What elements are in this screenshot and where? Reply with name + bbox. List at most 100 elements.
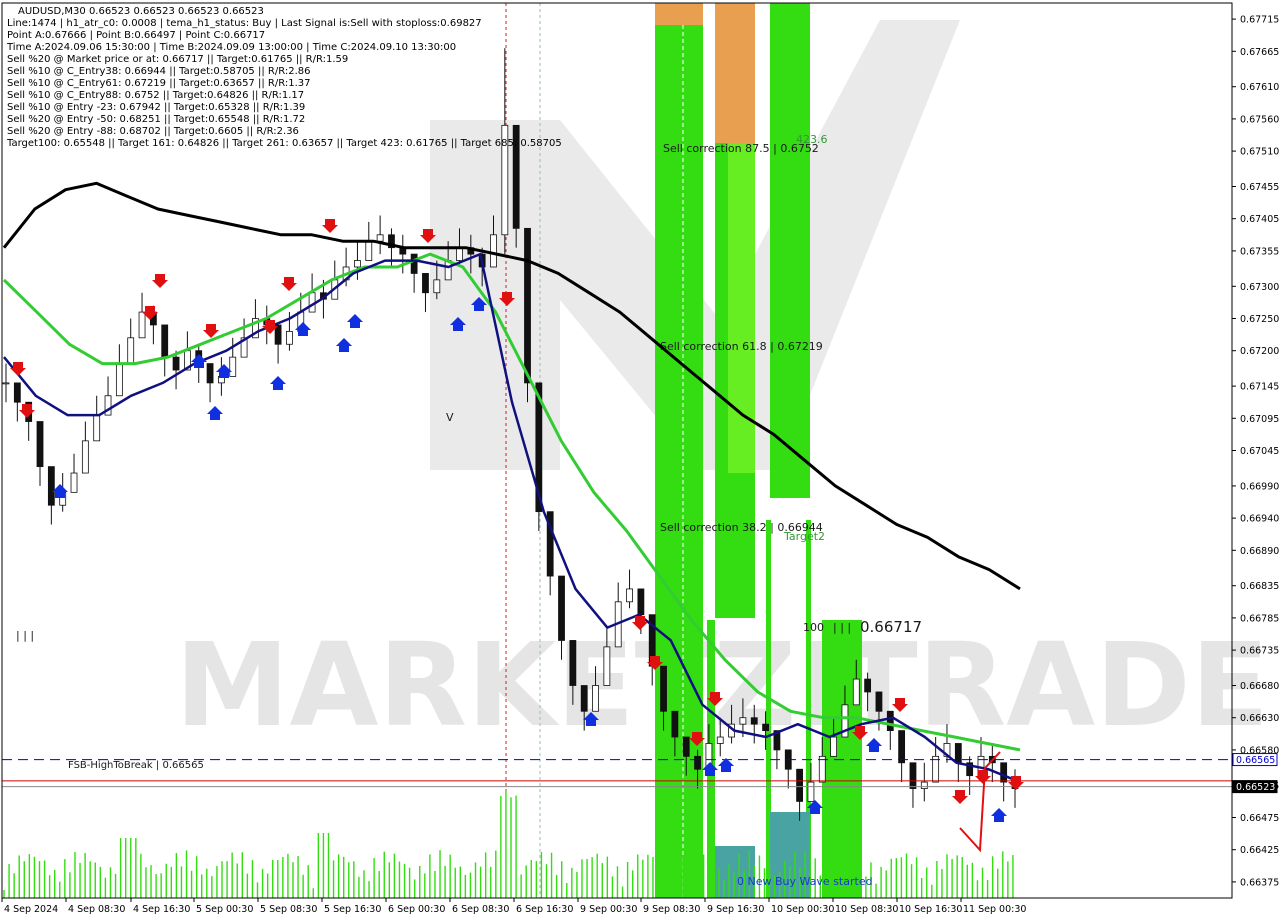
zone-orange-top (655, 3, 703, 25)
candle-body (592, 685, 599, 712)
candle-body (954, 743, 962, 764)
candle-body (807, 781, 815, 802)
info-line-4: Sell %10 @ C_Entry38: 0.66944 || Target:… (7, 66, 310, 77)
y-tick-label: 0.67045 (1240, 446, 1279, 457)
y-tick-label: 0.67095 (1240, 414, 1279, 425)
candle-body (580, 685, 588, 712)
candle-body (93, 414, 101, 442)
y-tick-label: 0.67145 (1240, 382, 1279, 393)
candle-body (660, 665, 667, 712)
candle-body (864, 678, 872, 693)
candle-body (138, 311, 146, 339)
price-chart: MARKETZITRADE Sell correction 87.5 | 0.6… (0, 0, 1280, 920)
info-line-1: Point A:0.67666 | Point B:0.66497 | Poin… (7, 30, 265, 41)
candle-body (694, 755, 701, 770)
x-tick-label: 10 Sep 08:30 (835, 904, 898, 915)
candle-body (115, 363, 123, 397)
candle-body (637, 588, 645, 616)
candle-body (127, 337, 135, 364)
candle-body (909, 762, 917, 789)
candle-body (762, 723, 769, 731)
info-line-9: Sell %20 @ Entry -88: 0.68702 || Target:… (7, 126, 299, 137)
candle-body (796, 768, 803, 802)
x-tick-label: 11 Sep 00:30 (963, 904, 1026, 915)
y-tick-label: 0.66680 (1240, 681, 1279, 692)
level-100-label: 100 (803, 621, 824, 634)
candle-body (886, 710, 894, 731)
candle-body (524, 227, 531, 384)
x-tick-label: 6 Sep 00:30 (388, 904, 445, 915)
candle-body (354, 260, 361, 268)
chart-header: AUDUSD,M30 0.66523 0.66523 0.66523 0.665… (18, 6, 264, 17)
candle-body (286, 330, 293, 345)
info-line-0: Line:1474 | h1_atr_c0: 0.0008 | tema_h1_… (7, 18, 482, 29)
info-line-6: Sell %10 @ C_Entry88: 0.6752 || Target:0… (7, 90, 304, 101)
y-tick-label: 0.66890 (1240, 546, 1279, 557)
candle-body (932, 755, 940, 783)
x-tick-label: 4 Sep 16:30 (133, 904, 190, 915)
x-tick-label: 9 Sep 00:30 (580, 904, 637, 915)
y-tick-label: 0.67610 (1240, 82, 1279, 93)
candle-body (626, 588, 633, 603)
candle-body (1000, 762, 1008, 783)
y-tick-label: 0.67405 (1240, 214, 1279, 225)
y-tick-label: 0.66940 (1240, 514, 1279, 525)
point-c-marks: | | | (833, 621, 851, 634)
info-line-8: Sell %20 @ Entry -50: 0.68251 || Target:… (7, 114, 305, 125)
left-point-marks: | | | (16, 629, 34, 642)
bid-price-tag-text: 0.66523 (1236, 782, 1275, 793)
candle-body (920, 781, 928, 789)
y-tick-label: 0.67355 (1240, 246, 1279, 257)
candle-body (558, 575, 565, 641)
x-tick-label: 10 Sep 16:30 (899, 904, 962, 915)
x-tick-label: 9 Sep 16:30 (707, 904, 764, 915)
candle-body (365, 240, 373, 261)
candle-body (229, 356, 237, 377)
candle-body (172, 356, 180, 371)
y-tick-label: 0.66785 (1240, 613, 1279, 624)
candle-body (81, 440, 89, 474)
info-line-5: Sell %10 @ C_Entry61: 0.67219 || Target:… (7, 78, 310, 89)
y-tick-label: 0.67665 (1240, 47, 1279, 58)
x-tick-label: 6 Sep 08:30 (452, 904, 509, 915)
y-tick-label: 0.67715 (1240, 15, 1279, 26)
target2-label: Target2 (783, 530, 825, 543)
y-tick-label: 0.66475 (1240, 813, 1279, 824)
candle-body (830, 736, 838, 757)
candle-body (13, 382, 21, 403)
candle-body (852, 678, 860, 706)
x-tick-label: 5 Sep 00:30 (196, 904, 253, 915)
info-line-10: Target100: 0.65548 || Target 161: 0.6482… (6, 138, 562, 149)
fsb-level-label: FSB-HighToBreak | 0.66565 (68, 760, 204, 771)
candle-body (410, 253, 418, 274)
candle-body (671, 710, 679, 738)
info-line-3: Sell %20 @ Market price or at: 0.66717 |… (7, 54, 348, 65)
candle-body (422, 273, 429, 294)
candle-body (682, 736, 690, 757)
y-tick-label: 0.66835 (1240, 581, 1279, 592)
x-tick-label: 4 Sep 2024 (4, 904, 58, 915)
point-c-price-label: 0.66717 (860, 618, 922, 636)
candle-body (36, 421, 44, 467)
x-tick-label: 5 Sep 16:30 (324, 904, 381, 915)
candle (535, 382, 543, 531)
fsb-price-tag-text: 0.66565 (1236, 755, 1275, 766)
sell-correction-61-label: Sell correction 61.8 | 0.67219 (660, 340, 823, 353)
y-tick-label: 0.66990 (1240, 481, 1279, 492)
candle-body (2, 382, 10, 385)
y-tick-label: 0.67200 (1240, 346, 1279, 357)
buy-wave-label: 0 New Buy Wave started (737, 875, 873, 888)
candle-body (603, 646, 611, 686)
candle-body (490, 234, 497, 268)
candle-body (47, 466, 55, 506)
x-tick-label: 5 Sep 08:30 (260, 904, 317, 915)
x-tick-label: 6 Sep 16:30 (516, 904, 573, 915)
candle-body (456, 247, 463, 261)
candle-body (898, 730, 906, 764)
zone-green-tall (770, 3, 810, 498)
candle-body (569, 640, 577, 686)
y-tick-label: 0.67455 (1240, 182, 1279, 193)
y-tick-label: 0.67250 (1240, 314, 1279, 325)
info-line-2: Time A:2024.09.06 15:30:00 | Time B:2024… (6, 42, 456, 53)
x-tick-label: 4 Sep 08:30 (68, 904, 125, 915)
